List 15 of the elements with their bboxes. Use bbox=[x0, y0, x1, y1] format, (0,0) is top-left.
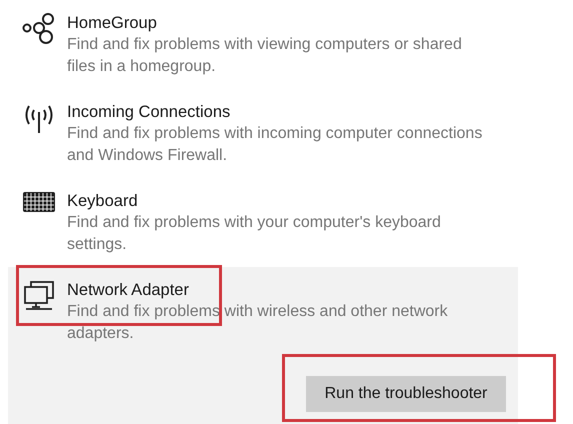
item-description: Find and fix problems with incoming computer connections and Windows Firewall. bbox=[67, 124, 484, 166]
troubleshooter-item[interactable]: Keyboard Find and fix problems with your computer's keyboard settings. bbox=[8, 178, 518, 267]
troubleshooter-item[interactable]: HomeGroup Find and fix problems with viewing computers or shared files in a homegroup. bbox=[8, 0, 518, 89]
item-title: Incoming Connections bbox=[67, 102, 232, 123]
run-troubleshooter-button[interactable]: Run the troubleshooter bbox=[306, 376, 506, 412]
keyboard-icon bbox=[22, 191, 56, 213]
troubleshooter-item[interactable]: Network Adapter Find and fix problems with wireless and other network adapters. Run the troubleshooter bbox=[8, 267, 518, 424]
item-description: Find and fix problems with viewing computers or shared files in a homegroup. bbox=[67, 35, 463, 77]
item-title: HomeGroup bbox=[67, 13, 158, 34]
homegroup-icon bbox=[22, 13, 56, 45]
item-description: Find and fix problems with wireless and other network adapters. bbox=[67, 302, 449, 344]
item-title: Network Adapter bbox=[67, 280, 190, 301]
item-description: Find and fix problems with your computer's keyboard settings. bbox=[67, 213, 442, 255]
troubleshooter-item[interactable]: Incoming Connections Find and fix problems with incoming computer connections and Windows Firewall. bbox=[8, 89, 518, 178]
item-title: Keyboard bbox=[67, 191, 139, 212]
